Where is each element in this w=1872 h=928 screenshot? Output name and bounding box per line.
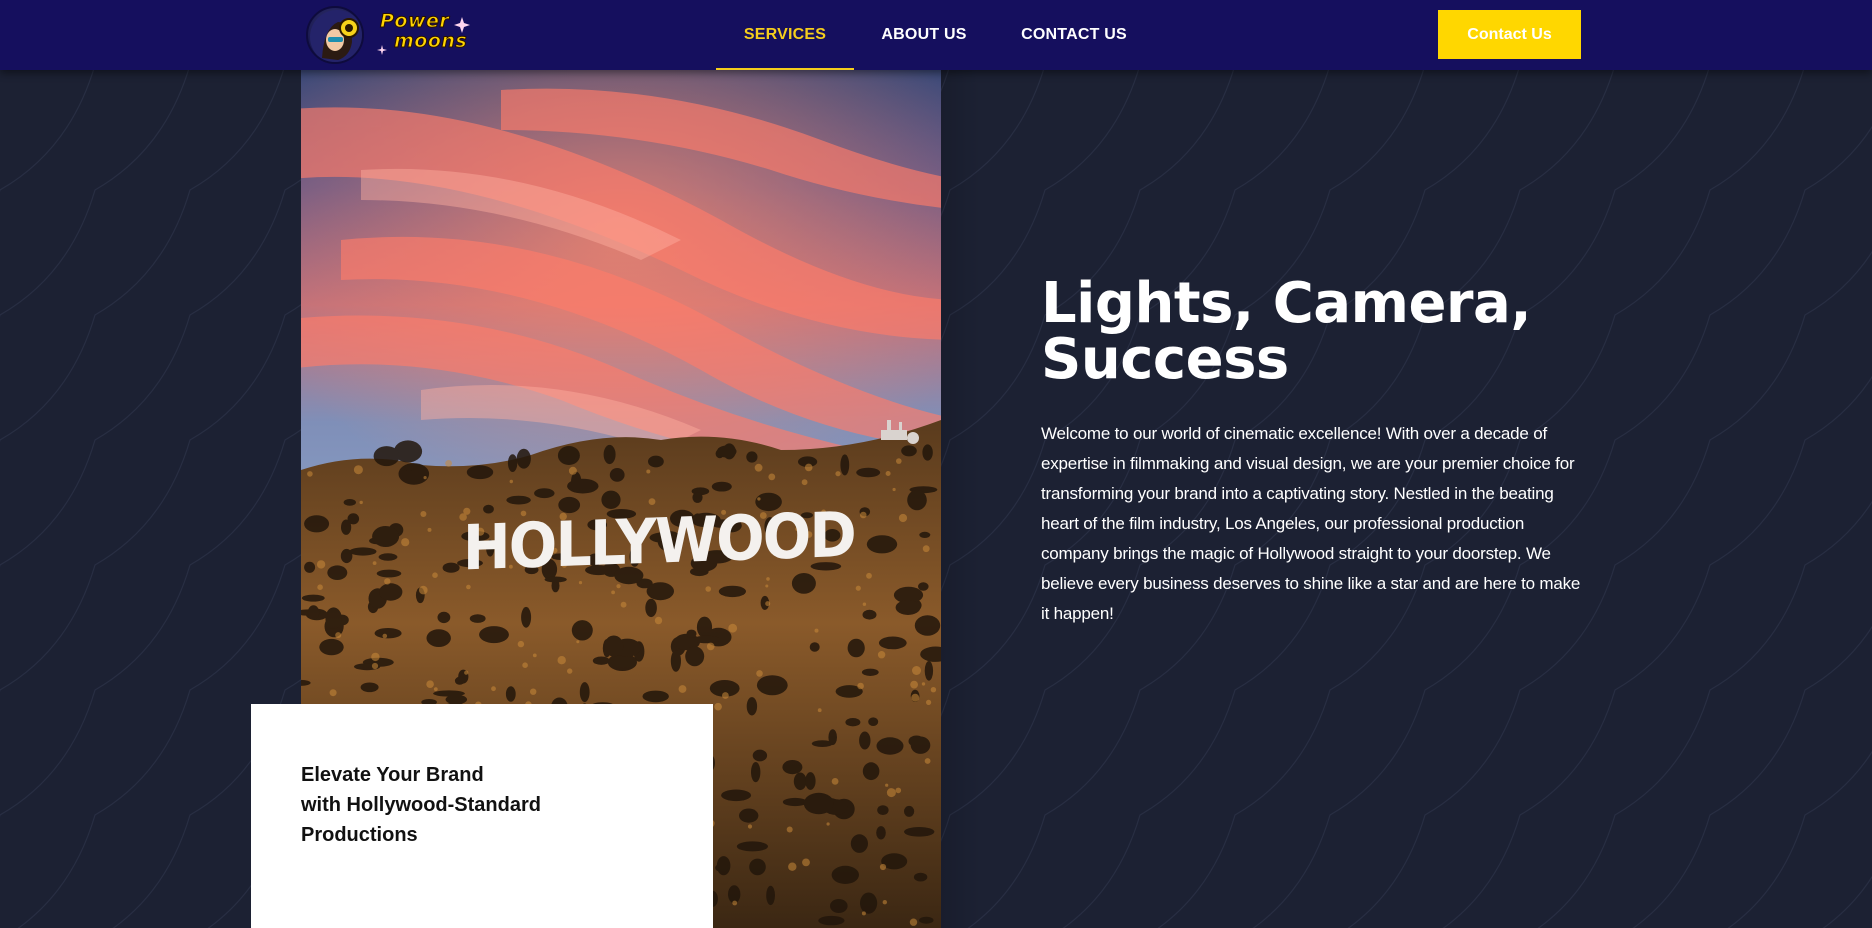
hollywood-sign-text: HOLLYWOOD	[463, 499, 855, 584]
astronaut-mascot-icon	[306, 6, 364, 64]
hero-heading: Lights, Camera, Success	[1041, 276, 1561, 388]
hero-heading-line: Success	[1041, 327, 1289, 392]
hero-body-text: Welcome to our world of cinematic excell…	[1041, 424, 1581, 623]
feature-card-line: Elevate Your Brand	[301, 764, 484, 786]
image-shadow	[941, 70, 981, 928]
top-navbar: Power moons SERVICES ABOUT US CONTACT US…	[0, 0, 1872, 70]
nav-item-contact-us[interactable]: CONTACT US	[994, 0, 1154, 70]
nav-item-services[interactable]: SERVICES	[716, 0, 854, 70]
nav-item-about-us[interactable]: ABOUT US	[854, 0, 994, 70]
feature-card-line: Productions	[301, 824, 418, 846]
brand-wordmark: Power moons	[374, 11, 474, 61]
feature-card-line: with Hollywood-Standard	[301, 794, 541, 816]
sparkle-icon	[377, 17, 470, 55]
brand-logo[interactable]: Power moons	[304, 5, 474, 65]
main-nav: SERVICES ABOUT US CONTACT US	[716, 0, 1154, 70]
feature-card: Elevate Your Brand with Hollywood-Standa…	[251, 704, 713, 928]
hero-heading-line: Lights, Camera,	[1041, 271, 1532, 336]
contact-us-button[interactable]: Contact Us	[1438, 10, 1581, 59]
